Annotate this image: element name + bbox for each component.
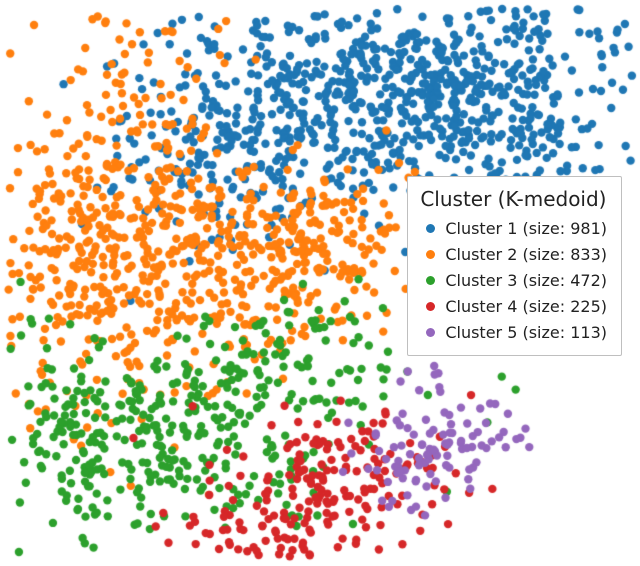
dot-icon xyxy=(426,276,435,285)
dot-icon xyxy=(426,224,435,233)
dot-icon xyxy=(426,250,435,259)
dot-icon xyxy=(426,328,435,337)
legend-item-cluster-3: Cluster 3 (size: 472) xyxy=(420,267,607,293)
legend-item-cluster-2: Cluster 2 (size: 833) xyxy=(420,241,607,267)
legend-label: Cluster 1 (size: 981) xyxy=(445,219,607,238)
legend-label: Cluster 3 (size: 472) xyxy=(445,271,607,290)
legend-label: Cluster 4 (size: 225) xyxy=(445,297,607,316)
legend-box: Cluster (K-medoid) Cluster 1 (size: 981)… xyxy=(407,176,622,356)
legend-title: Cluster (K-medoid) xyxy=(420,187,607,211)
legend-item-cluster-5: Cluster 5 (size: 113) xyxy=(420,319,607,345)
legend-item-cluster-1: Cluster 1 (size: 981) xyxy=(420,215,607,241)
dot-icon xyxy=(426,302,435,311)
legend-label: Cluster 5 (size: 113) xyxy=(445,323,607,342)
legend-label: Cluster 2 (size: 833) xyxy=(445,245,607,264)
legend-item-cluster-4: Cluster 4 (size: 225) xyxy=(420,293,607,319)
